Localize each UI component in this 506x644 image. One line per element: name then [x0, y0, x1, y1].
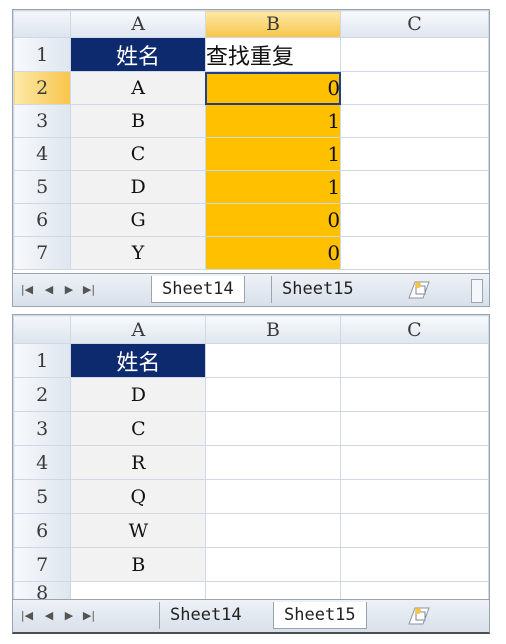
- cell-b3[interactable]: [205, 411, 341, 446]
- row-header-2[interactable]: 2: [13, 377, 72, 412]
- cell-c2[interactable]: [339, 377, 489, 412]
- row-header-7[interactable]: 7: [13, 236, 72, 270]
- cell-a5[interactable]: Q: [70, 479, 207, 514]
- tab-sheet15[interactable]: Sheet15: [271, 276, 364, 303]
- row-header-5[interactable]: 5: [13, 479, 72, 514]
- cell-b7[interactable]: 0: [204, 236, 342, 270]
- cell-b2[interactable]: [205, 377, 341, 412]
- cell-a5[interactable]: D: [70, 170, 206, 204]
- cell-b6[interactable]: 0: [204, 203, 342, 237]
- insert-sheet-icon[interactable]: [405, 278, 435, 302]
- cell-a7[interactable]: B: [70, 547, 207, 582]
- cell-c5[interactable]: [340, 170, 489, 204]
- column-header-c[interactable]: C: [340, 10, 489, 38]
- column-header-b[interactable]: B: [205, 315, 341, 344]
- row-header-7[interactable]: 7: [13, 547, 72, 582]
- row-header-4[interactable]: 4: [13, 445, 72, 480]
- row-header-4[interactable]: 4: [13, 137, 72, 171]
- column-header-b[interactable]: B: [204, 10, 342, 38]
- tab-sheet14[interactable]: Sheet14: [159, 602, 252, 629]
- cell-c4[interactable]: [340, 137, 489, 171]
- row-header-1[interactable]: 1: [13, 343, 72, 378]
- next-sheet-icon[interactable]: ▶: [59, 606, 79, 626]
- cell-b4[interactable]: 1: [204, 137, 342, 171]
- cell-b1[interactable]: [205, 343, 341, 378]
- column-header-c[interactable]: C: [339, 315, 489, 344]
- cell-a6[interactable]: G: [70, 203, 206, 237]
- sheet-tab-bar: |◀ ◀ ▶ ▶| Sheet14 Sheet15: [13, 599, 489, 632]
- cell-a2[interactable]: D: [70, 377, 207, 412]
- row-header-3[interactable]: 3: [13, 411, 72, 446]
- row-header-6[interactable]: 6: [13, 203, 72, 237]
- cell-c1[interactable]: [340, 37, 489, 72]
- row-header-6[interactable]: 6: [13, 513, 72, 548]
- cell-b3[interactable]: 1: [204, 104, 342, 138]
- horizontal-scrollbar[interactable]: [471, 279, 483, 303]
- select-all-corner[interactable]: [13, 315, 72, 344]
- row-header-1[interactable]: 1: [13, 37, 72, 72]
- cell-c5[interactable]: [339, 479, 489, 514]
- row-header-5[interactable]: 5: [13, 170, 72, 204]
- cell-c1[interactable]: [339, 343, 489, 378]
- column-header-a[interactable]: A: [70, 10, 206, 38]
- row-header-3[interactable]: 3: [13, 104, 72, 138]
- cell-a1[interactable]: 姓名: [70, 343, 207, 378]
- prev-sheet-icon[interactable]: ◀: [39, 280, 59, 300]
- cell-a7[interactable]: Y: [70, 236, 206, 270]
- spreadsheet-pane-top: A B C 1 姓名 查找重复 2 A 0 3 B 1 4 C 1 5 D 1 …: [12, 9, 490, 307]
- cell-b2-active[interactable]: 0: [204, 71, 342, 105]
- cell-a2[interactable]: A: [70, 71, 206, 105]
- cell-c2[interactable]: [340, 71, 489, 105]
- next-sheet-icon[interactable]: ▶: [59, 280, 79, 300]
- cell-a4[interactable]: R: [70, 445, 207, 480]
- sheet-tab-bar: |◀ ◀ ▶ ▶| Sheet14 Sheet15: [13, 273, 489, 306]
- cell-a3[interactable]: B: [70, 104, 206, 138]
- tab-sheet14[interactable]: Sheet14: [151, 276, 245, 303]
- cell-a3[interactable]: C: [70, 411, 207, 446]
- cell-c6[interactable]: [339, 513, 489, 548]
- cell-a4[interactable]: C: [70, 137, 206, 171]
- tab-sheet15[interactable]: Sheet15: [273, 602, 367, 629]
- select-all-corner[interactable]: [13, 10, 72, 38]
- cell-c7[interactable]: [339, 547, 489, 582]
- row-header-2[interactable]: 2: [13, 71, 72, 105]
- cell-c4[interactable]: [339, 445, 489, 480]
- spreadsheet-pane-bottom: A B C 1 姓名 2 D 3 C 4 R 5 Q 6 W 7 B 8 |◀ …: [12, 314, 490, 634]
- last-sheet-icon[interactable]: ▶|: [79, 280, 99, 300]
- cell-c3[interactable]: [339, 411, 489, 446]
- cell-b5[interactable]: [205, 479, 341, 514]
- cell-b6[interactable]: [205, 513, 341, 548]
- column-header-a[interactable]: A: [70, 315, 207, 344]
- cell-c6[interactable]: [340, 203, 489, 237]
- screenshot-frame: A B C 1 姓名 查找重复 2 A 0 3 B 1 4 C 1 5 D 1 …: [0, 0, 506, 644]
- worksheet-grid: A B C 1 姓名 2 D 3 C 4 R 5 Q 6 W 7 B 8: [13, 315, 489, 605]
- worksheet-grid: A B C 1 姓名 查找重复 2 A 0 3 B 1 4 C 1 5 D 1 …: [13, 10, 489, 270]
- cell-b1[interactable]: 查找重复: [204, 37, 342, 72]
- last-sheet-icon[interactable]: ▶|: [79, 606, 99, 626]
- cell-b4[interactable]: [205, 445, 341, 480]
- cell-a1[interactable]: 姓名: [70, 37, 206, 72]
- insert-sheet-icon[interactable]: [405, 604, 435, 628]
- cell-a6[interactable]: W: [70, 513, 207, 548]
- cell-c7[interactable]: [340, 236, 489, 270]
- first-sheet-icon[interactable]: |◀: [17, 606, 37, 626]
- cell-b5[interactable]: 1: [204, 170, 342, 204]
- cell-b7[interactable]: [205, 547, 341, 582]
- prev-sheet-icon[interactable]: ◀: [39, 606, 59, 626]
- cell-c3[interactable]: [340, 104, 489, 138]
- first-sheet-icon[interactable]: |◀: [17, 280, 37, 300]
